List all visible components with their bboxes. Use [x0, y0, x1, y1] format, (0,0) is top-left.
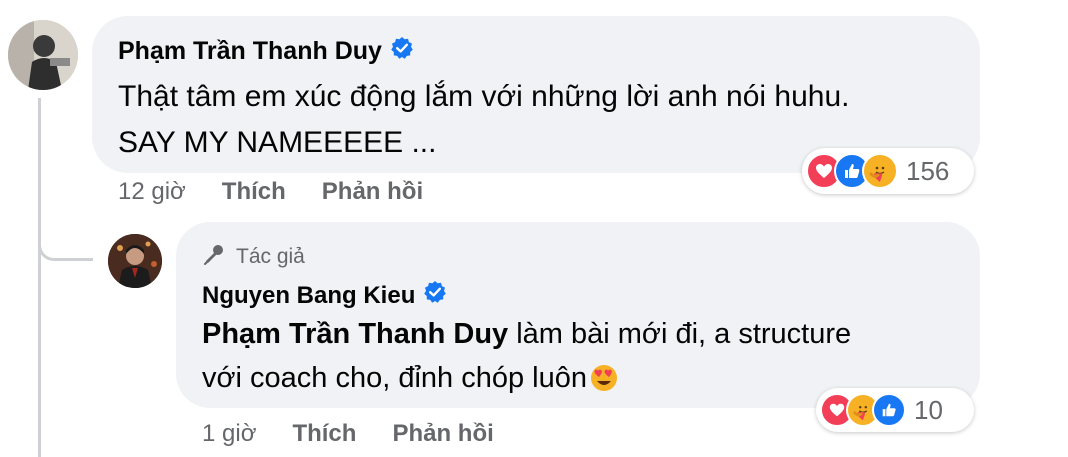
microphone-icon: [202, 242, 226, 272]
reply-reactions-summary[interactable]: 10: [816, 388, 974, 432]
avatar-commenter[interactable]: [8, 20, 78, 90]
author-badge-label: Tác giả: [236, 245, 305, 268]
author-name-text[interactable]: Phạm Trần Thanh Duy: [118, 37, 382, 66]
avatar-author[interactable]: [108, 234, 162, 288]
like-button[interactable]: Thích: [222, 178, 286, 206]
comment-text-line-2: SAY MY NAMEEEEE ...: [118, 126, 437, 159]
reply-text: Phạm Trần Thanh Duy làm bài mới đi, a st…: [202, 312, 851, 400]
thread-line-vertical: [38, 98, 41, 457]
reply-actions: 1 giờ Thích Phản hồi: [202, 420, 494, 448]
reaction-count: 156: [906, 155, 950, 186]
comment-author-name[interactable]: Phạm Trần Thanh Duy: [118, 36, 414, 67]
reply-reaction-count: 10: [914, 394, 943, 425]
comment-actions: 12 giờ Thích Phản hồi: [118, 178, 423, 206]
reply-text-line-1: Phạm Trần Thanh Duy làm bài mới đi, a st…: [202, 312, 851, 356]
reply-text-line-2: với coach cho, đỉnh chóp luôn: [202, 356, 851, 400]
heart-eyes-emoji: [589, 363, 619, 393]
mention-link[interactable]: Phạm Trần Thanh Duy: [202, 318, 508, 350]
author-badge: Tác giả: [202, 242, 305, 272]
verified-badge-icon: [390, 36, 414, 67]
reply-text-part-2: với coach cho, đỉnh chóp luôn: [202, 362, 587, 394]
comment-reactions-summary[interactable]: 156: [802, 148, 974, 194]
verified-badge-icon: [423, 280, 447, 311]
reply-text-part-1: làm bài mới đi, a structure: [508, 318, 852, 350]
reply-author-name[interactable]: Nguyen Bang Kieu: [202, 280, 447, 311]
comment-text: Thật tâm em xúc động lắm với những lời a…: [118, 74, 849, 166]
comment-timestamp[interactable]: 12 giờ: [118, 178, 186, 206]
thread-line-branch: [38, 214, 93, 261]
reply-author-name-text[interactable]: Nguyen Bang Kieu: [202, 282, 415, 310]
reply-reply-button[interactable]: Phản hồi: [392, 420, 493, 448]
reply-like-button[interactable]: Thích: [292, 420, 356, 448]
reply-button[interactable]: Phản hồi: [322, 178, 423, 206]
reply-timestamp[interactable]: 1 giờ: [202, 420, 256, 448]
comment-text-line-1: Thật tâm em xúc động lắm với những lời a…: [118, 80, 850, 113]
care-icon: [862, 153, 898, 189]
like-icon: [872, 393, 906, 427]
